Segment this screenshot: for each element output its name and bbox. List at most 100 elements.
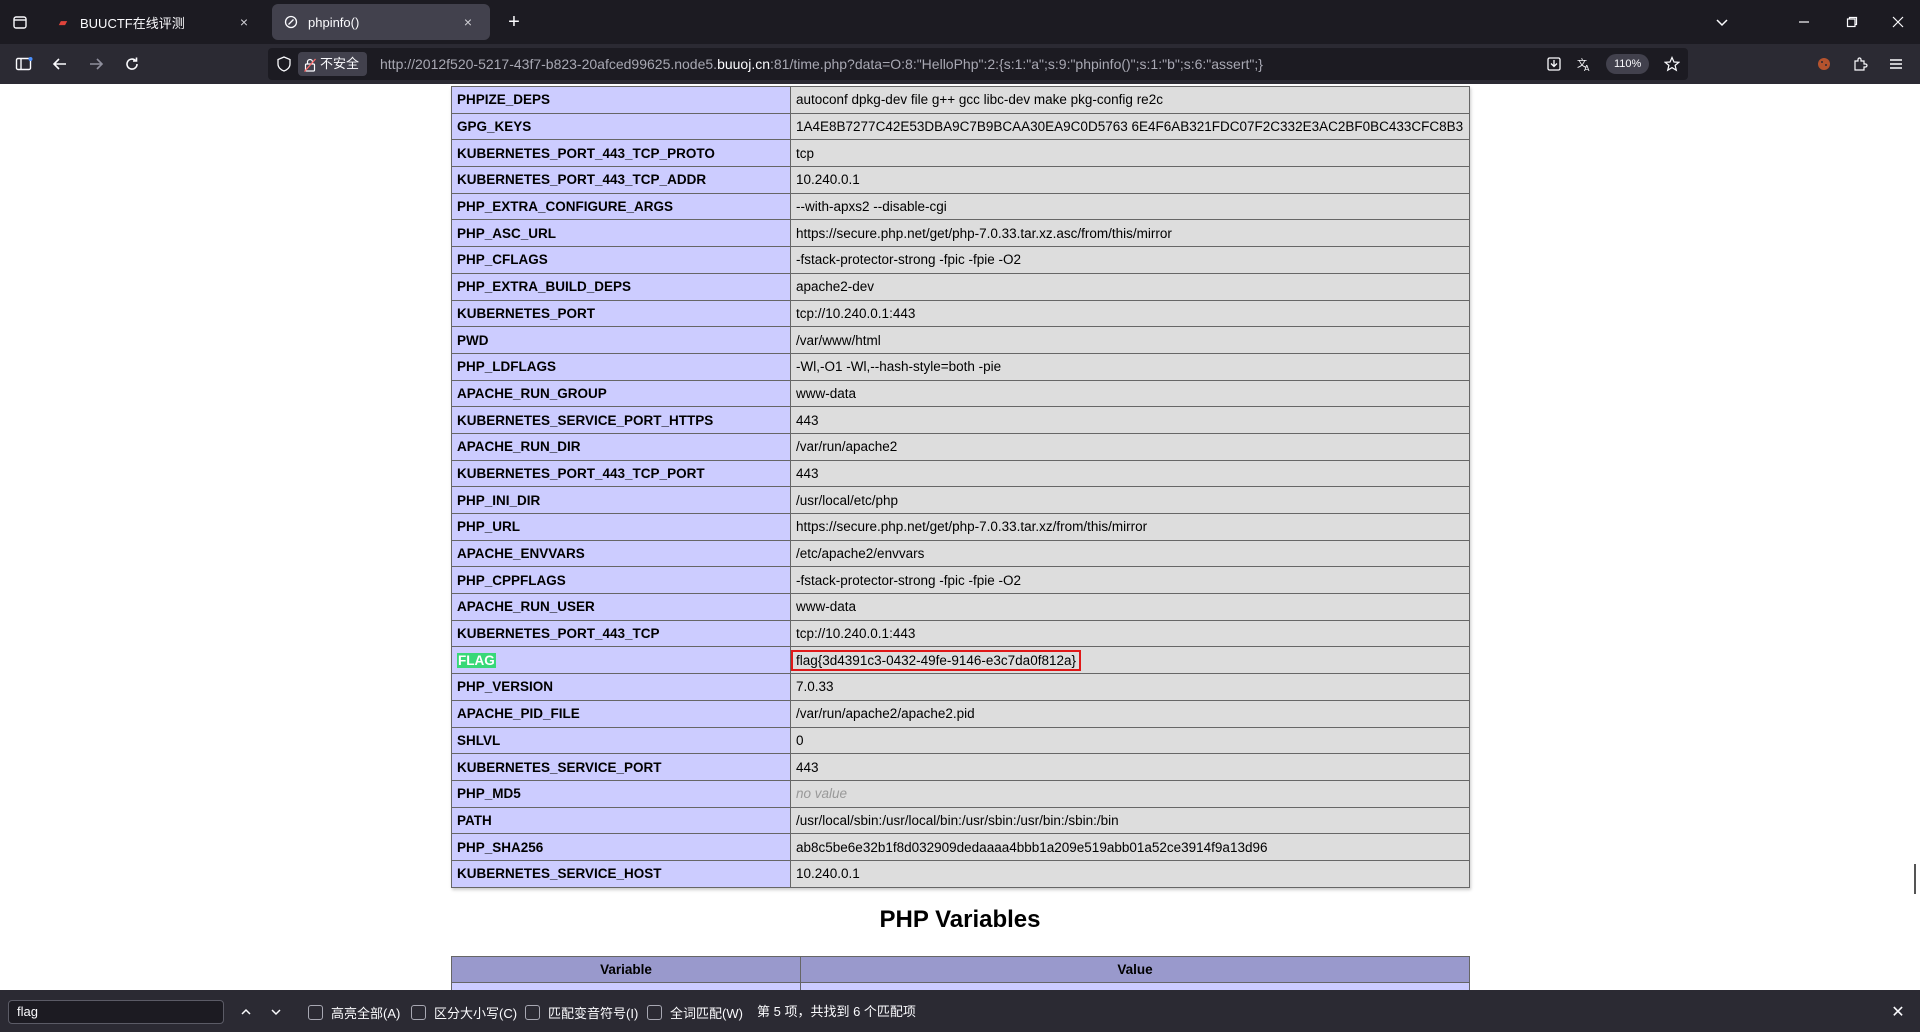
env-value-cell: -fstack-protector-strong -fpic -fpie -O2 bbox=[790, 246, 1470, 274]
env-key-cell: PHP_VERSION bbox=[451, 673, 791, 701]
env-value-cell: 443 bbox=[790, 459, 1470, 488]
env-key: PHP_INI_DIR bbox=[457, 492, 541, 508]
url-text[interactable]: http://2012f520-5217-43f7-b823-20afced99… bbox=[380, 48, 1263, 80]
env-key: KUBERNETES_PORT bbox=[457, 305, 596, 321]
env-key: PATH bbox=[457, 812, 492, 828]
checkbox-label: 区分大小写(C) bbox=[434, 1005, 518, 1021]
env-key-cell: SHLVL bbox=[451, 726, 791, 755]
extension-cookie-icon[interactable] bbox=[1808, 48, 1840, 80]
sidebar-toggle-icon[interactable] bbox=[8, 48, 40, 80]
env-key-cell: KUBERNETES_PORT_443_TCP bbox=[451, 619, 791, 648]
minimize-icon[interactable] bbox=[1788, 6, 1820, 38]
env-value: 10.240.0.1 bbox=[796, 866, 860, 882]
env-value-cell: 443 bbox=[790, 753, 1470, 781]
tab-buuctf[interactable]: ▰ BUUCTF在线评测 × bbox=[44, 4, 266, 40]
env-key-cell: PHP_INI_DIR bbox=[451, 486, 791, 514]
table-row: APACHE_RUN_GROUP www-data bbox=[451, 379, 1470, 408]
table-row: PHP_EXTRA_CONFIGURE_ARGS --with-apxs2 --d… bbox=[451, 192, 1470, 221]
env-value-cell: www-data bbox=[790, 379, 1470, 408]
environment-table: PHPIZE_DEPS autoconf dpkg-dev file g++ gc… bbox=[451, 86, 1470, 888]
zoom-level-badge[interactable]: 110% bbox=[1606, 54, 1650, 74]
env-value: www-data bbox=[796, 385, 857, 401]
reload-icon[interactable] bbox=[116, 48, 148, 80]
env-key-cell: PHP_LDFLAGS bbox=[451, 352, 791, 381]
env-key-cell: APACHE_PID_FILE bbox=[451, 699, 791, 728]
env-value: /etc/apache2/envvars bbox=[796, 546, 925, 562]
find-previous-icon[interactable] bbox=[234, 1000, 258, 1024]
env-key-cell: GPG_KEYS bbox=[451, 112, 791, 141]
table-row: PHP_EXTRA_BUILD_DEPS apache2-dev bbox=[451, 272, 1470, 301]
env-value-cell: tcp bbox=[790, 139, 1470, 168]
back-arrow-icon[interactable] bbox=[44, 48, 76, 80]
close-tab-icon[interactable]: × bbox=[234, 12, 254, 32]
url-suffix: :81/time.php?data=O:8:"HelloPhp":2:{s:1:… bbox=[770, 56, 1263, 72]
env-value-cell: /usr/local/sbin:/usr/local/bin:/usr/sbin… bbox=[790, 806, 1470, 835]
address-bar[interactable]: 不安全 http://2012f520-5217-43f7-b823-20afc… bbox=[268, 48, 1688, 80]
checkbox-box bbox=[647, 1004, 662, 1020]
env-key: PWD bbox=[457, 332, 489, 348]
find-status: 第 5 项，共找到 6 个匹配项 bbox=[757, 1004, 916, 1019]
find-input[interactable]: flag bbox=[8, 1000, 224, 1024]
tab-overflow-chevron-icon[interactable] bbox=[1706, 6, 1738, 38]
new-tab-button[interactable]: + bbox=[498, 6, 530, 38]
env-key-cell: PHP_CFLAGS bbox=[451, 246, 791, 274]
checkbox-box bbox=[411, 1004, 426, 1020]
translate-icon[interactable]: 文A bbox=[1568, 48, 1600, 80]
tab-phpinfo[interactable]: phpinfo() × bbox=[272, 4, 490, 40]
table-row: PATH/usr/local/sbin:/usr/local/bin:/usr/… bbox=[451, 806, 1470, 835]
table-row: APACHE_RUN_DIR/var/run/apache2 bbox=[451, 432, 1470, 461]
table-row: KUBERNETES_SERVICE_PORT 443 bbox=[451, 753, 1470, 781]
table-row: PHP_LDFLAGS -Wl,-O1 -Wl,--hash-style=both… bbox=[451, 352, 1470, 381]
forward-arrow-icon[interactable] bbox=[80, 48, 112, 80]
table-row: SHLVL 0 bbox=[451, 726, 1470, 755]
restore-icon[interactable] bbox=[1836, 6, 1868, 38]
env-key-cell: PATH bbox=[451, 806, 791, 835]
close-tab-icon[interactable]: × bbox=[458, 12, 478, 32]
env-key-cell: KUBERNETES_PORT bbox=[451, 299, 791, 328]
save-to-device-icon[interactable] bbox=[1538, 48, 1570, 80]
flag-value: flag{3d4391c3-0432-49fe-9146-e3c7da0f812… bbox=[791, 649, 1081, 671]
find-next-icon[interactable] bbox=[264, 1000, 288, 1024]
env-value-cell: no value bbox=[790, 779, 1470, 808]
tab-list-icon[interactable] bbox=[4, 6, 36, 38]
env-value: /var/run/apache2/apache2.pid bbox=[796, 706, 975, 722]
table-cell bbox=[800, 982, 1470, 990]
env-key: KUBERNETES_PORT_443_TCP_ADDR bbox=[457, 172, 707, 188]
env-key: APACHE_RUN_DIR bbox=[457, 439, 581, 455]
bookmark-star-icon[interactable] bbox=[1656, 48, 1688, 80]
close-find-bar-icon[interactable]: ✕ bbox=[1886, 1000, 1910, 1024]
env-key-cell: KUBERNETES_SERVICE_HOST bbox=[451, 859, 791, 888]
env-key-cell: KUBERNETES_PORT_443_TCP_ADDR bbox=[451, 166, 791, 194]
env-key-cell: PHP_MD5 bbox=[451, 779, 791, 808]
env-key: FLAG bbox=[457, 652, 496, 668]
match-diacritics-checkbox[interactable]: 匹配变音符号(I) bbox=[525, 1002, 638, 1022]
menu-hamburger-icon[interactable] bbox=[1880, 48, 1912, 80]
env-key-cell: PHP_ASC_URL bbox=[451, 219, 791, 248]
whole-words-checkbox[interactable]: 全词匹配(W) bbox=[647, 1002, 743, 1022]
env-value: ab8c5be6e32b1f8d032909dedaaaa4bbb1a209e5… bbox=[796, 839, 1268, 855]
env-value-cell: /etc/apache2/envvars bbox=[790, 539, 1470, 568]
env-value: 1A4E8B7277C42E53DBA9C7B9BCAA30EA9C0D5763… bbox=[796, 119, 1464, 135]
table-row: KUBERNETES_PORT_443_TCP_ADDR 10.240.0.1 bbox=[451, 166, 1470, 194]
php-variables-table: Variable Value bbox=[451, 956, 1470, 990]
close-window-icon[interactable] bbox=[1882, 6, 1914, 38]
insecure-label: 不安全 bbox=[320, 56, 360, 71]
env-key-cell: KUBERNETES_SERVICE_PORT bbox=[451, 753, 791, 781]
env-key: PHP_URL bbox=[457, 519, 521, 535]
insecure-badge[interactable]: 不安全 bbox=[298, 52, 368, 76]
env-key: KUBERNETES_SERVICE_PORT bbox=[457, 759, 662, 775]
extensions-puzzle-icon[interactable] bbox=[1844, 48, 1876, 80]
env-value-cell: ab8c5be6e32b1f8d032909dedaaaa4bbb1a209e5… bbox=[790, 833, 1470, 861]
env-value: tcp://10.240.0.1:443 bbox=[796, 305, 916, 321]
table-row bbox=[451, 982, 1470, 990]
env-value: -Wl,-O1 -Wl,--hash-style=both -pie bbox=[796, 359, 1002, 375]
env-key: PHP_EXTRA_CONFIGURE_ARGS bbox=[457, 199, 674, 215]
url-domain: buuoj.cn bbox=[717, 56, 770, 72]
env-key-cell: PHP_SHA256 bbox=[451, 833, 791, 861]
env-key: KUBERNETES_SERVICE_HOST bbox=[457, 866, 662, 882]
env-value-cell: https://secure.php.net/get/php-7.0.33.ta… bbox=[790, 513, 1470, 541]
match-case-checkbox[interactable]: 区分大小写(C) bbox=[411, 1002, 517, 1022]
highlight-all-checkbox[interactable]: 高亮全部(A) bbox=[308, 1002, 400, 1022]
scrollbar-thumb[interactable] bbox=[1914, 864, 1916, 894]
shield-icon[interactable] bbox=[268, 48, 300, 80]
